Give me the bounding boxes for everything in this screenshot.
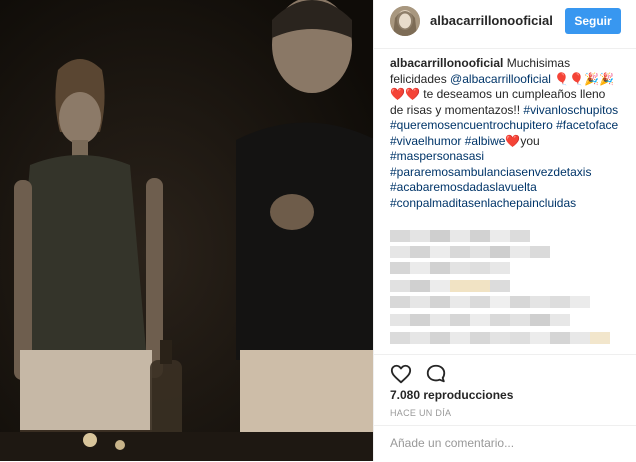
caption-username[interactable]: albacarrillonooficial — [390, 56, 503, 70]
video-frame — [0, 0, 373, 461]
caption-text-3: you — [520, 133, 540, 148]
hashtag-link[interactable]: #queremosencuentrochupitero — [390, 118, 553, 132]
post-video[interactable] — [0, 0, 373, 461]
hashtag-link[interactable]: #vivanloschupitos — [523, 103, 618, 117]
post-time[interactable]: HACE UN DÍA — [390, 408, 451, 418]
username[interactable]: albacarrillonooficial — [430, 13, 553, 28]
hashtag-link[interactable]: #conpalmaditasenlachepaincluidas — [390, 196, 576, 210]
post-header: albacarrillonooficial Seguir — [374, 0, 636, 49]
hashtag-link[interactable]: #acabaremosdadaslavuelta — [390, 180, 537, 194]
follow-button[interactable]: Seguir — [565, 8, 621, 34]
comment-icon[interactable] — [425, 363, 447, 385]
heart-icon[interactable] — [390, 363, 412, 385]
pixelated-comments — [390, 226, 620, 354]
avatar[interactable] — [390, 6, 420, 36]
caption-mention[interactable]: @albacarrillooficial — [450, 72, 551, 86]
hashtag-link[interactable]: #albiwe — [465, 134, 506, 148]
avatar-image — [390, 6, 420, 36]
blurred-comments-mosaic — [390, 230, 610, 344]
post-sidebar: albacarrillonooficial Seguir albacarrill… — [373, 0, 636, 461]
heart-emoji: ❤️ — [505, 133, 521, 148]
hashtag-link[interactable]: #facetoface — [556, 118, 618, 132]
views-count: 7.080 reproducciones — [390, 388, 514, 402]
post-caption: albacarrillonooficial Muchisimas felicid… — [390, 56, 620, 211]
hashtag-link[interactable]: #vivaelhumor — [390, 134, 461, 148]
hashtag-link[interactable]: #maspersonasasi — [390, 149, 484, 163]
hashtag-link[interactable]: #pararemosambulanciasenvezdetaxis — [390, 165, 591, 179]
comment-input[interactable] — [390, 432, 620, 454]
comment-bar — [374, 425, 636, 462]
